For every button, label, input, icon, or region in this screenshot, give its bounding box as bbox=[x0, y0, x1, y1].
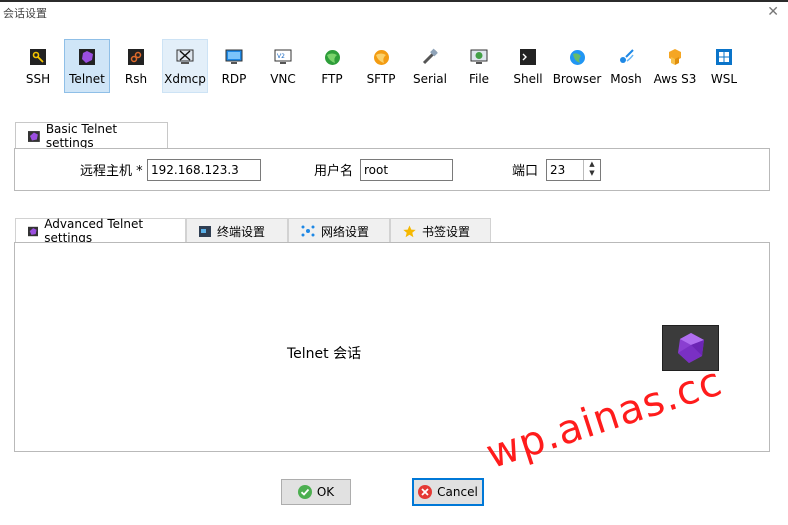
terminal-icon bbox=[199, 225, 211, 237]
toolbar-shell-label: Shell bbox=[513, 72, 543, 86]
toolbar-rdp-button[interactable]: RDP bbox=[211, 39, 257, 93]
check-icon bbox=[297, 485, 312, 499]
toolbar-rsh-label: Rsh bbox=[124, 72, 148, 86]
toolbar-ftp-label: FTP bbox=[321, 72, 343, 86]
toolbar-serial-button[interactable]: Serial bbox=[407, 39, 453, 93]
tab-label: 终端设置 bbox=[217, 224, 266, 239]
serial-icon bbox=[421, 48, 439, 66]
tab-network-settings[interactable]: 网络设置 bbox=[288, 218, 390, 243]
ok-button[interactable]: OK bbox=[281, 479, 351, 505]
host-label: 远程主机 * bbox=[80, 164, 143, 179]
basic-settings-panel: 远程主机 * 192.168.123.3 用户名 root 端口 23 ▲ ▼ bbox=[14, 148, 770, 191]
window-title: 会话设置 bbox=[3, 7, 47, 20]
file-icon bbox=[470, 48, 488, 66]
telnet-icon bbox=[78, 48, 96, 66]
username-input[interactable]: root bbox=[360, 159, 453, 181]
tab-basic-telnet-settings[interactable]: Basic Telnet settings bbox=[15, 122, 168, 150]
username-label: 用户名 bbox=[314, 164, 354, 179]
toolbar-file-label: File bbox=[468, 72, 490, 86]
vnc-icon: V2 bbox=[274, 48, 292, 66]
toolbar-mosh-label: Mosh bbox=[610, 72, 642, 86]
tab-advanced-telnet[interactable]: Advanced Telnet settings bbox=[15, 217, 186, 245]
toolbar-wsl-button[interactable]: WSL bbox=[701, 39, 747, 93]
session-type-toolbar: SSH Telnet Rsh Xdmcp RDP V2 VNC FTP SFTP Serial Fi… bbox=[15, 39, 750, 94]
advanced-tabs: Advanced Telnet settings 终端设置 网络设置 书签设置 bbox=[15, 217, 491, 245]
spin-down-icon[interactable]: ▼ bbox=[584, 169, 600, 178]
shell-icon bbox=[519, 48, 537, 66]
star-icon bbox=[403, 225, 416, 237]
toolbar-rsh-button[interactable]: Rsh bbox=[113, 39, 159, 93]
toolbar-telnet-label: Telnet bbox=[69, 72, 105, 86]
toolbar-xdmcp-label: Xdmcp bbox=[164, 72, 206, 86]
toolbar-rdp-label: RDP bbox=[221, 72, 247, 86]
ssh-icon bbox=[29, 48, 47, 66]
wsl-icon bbox=[715, 48, 733, 66]
cancel-button[interactable]: Cancel bbox=[412, 478, 484, 506]
tab-terminal-settings[interactable]: 终端设置 bbox=[186, 218, 288, 243]
toolbar-ssh-label: SSH bbox=[25, 72, 51, 86]
tab-label: 网络设置 bbox=[321, 224, 370, 239]
toolbar-telnet-button[interactable]: Telnet bbox=[64, 39, 110, 93]
toolbar-vnc-label: VNC bbox=[270, 72, 296, 86]
telnet-icon bbox=[28, 226, 39, 236]
toolbar-ssh-button[interactable]: SSH bbox=[15, 39, 61, 93]
sftp-icon bbox=[372, 48, 390, 66]
aws-s3-icon bbox=[666, 48, 684, 66]
mosh-icon bbox=[617, 48, 635, 66]
toolbar-xdmcp-button[interactable]: Xdmcp bbox=[162, 39, 208, 93]
tab-bookmark-settings[interactable]: 书签设置 bbox=[390, 218, 491, 243]
port-spin[interactable]: ▲ ▼ bbox=[583, 160, 600, 180]
toolbar-sftp-button[interactable]: SFTP bbox=[358, 39, 404, 93]
toolbar-ftp-button[interactable]: FTP bbox=[309, 39, 355, 93]
tab-label: Advanced Telnet settings bbox=[44, 217, 144, 245]
svg-text:V2: V2 bbox=[277, 53, 285, 60]
host-input[interactable]: 192.168.123.3 bbox=[147, 159, 261, 181]
toolbar-file-button[interactable]: File bbox=[456, 39, 502, 93]
toolbar-browser-label: Browser bbox=[552, 72, 602, 86]
spin-up-icon[interactable]: ▲ bbox=[584, 160, 600, 169]
ftp-icon bbox=[323, 48, 341, 66]
ok-label: OK bbox=[316, 485, 335, 499]
port-label: 端口 bbox=[512, 164, 539, 179]
session-type-text: Telnet 会话 bbox=[287, 346, 362, 362]
port-stepper[interactable]: 23 ▲ ▼ bbox=[546, 159, 601, 181]
toolbar-mosh-button[interactable]: Mosh bbox=[603, 39, 649, 93]
toolbar-sftp-label: SFTP bbox=[366, 72, 396, 86]
network-icon bbox=[301, 225, 315, 237]
rsh-icon bbox=[127, 48, 145, 66]
tab-basic-label: Basic Telnet settings bbox=[45, 122, 118, 150]
tab-label: 书签设置 bbox=[422, 224, 471, 239]
toolbar-wsl-label: WSL bbox=[710, 72, 738, 86]
port-value: 23 bbox=[550, 163, 566, 177]
telnet-icon bbox=[28, 130, 40, 142]
cancel-icon bbox=[418, 485, 433, 499]
toolbar-vnc-button[interactable]: V2 VNC bbox=[260, 39, 306, 93]
browser-icon bbox=[568, 48, 586, 66]
close-icon[interactable]: ✕ bbox=[767, 4, 779, 20]
xdmcp-icon bbox=[176, 48, 194, 66]
toolbar-awss3-label: Aws S3 bbox=[653, 72, 697, 86]
cancel-label: Cancel bbox=[437, 485, 478, 499]
window-top-border bbox=[0, 0, 788, 2]
toolbar-awss3-button[interactable]: Aws S3 bbox=[652, 39, 698, 93]
toolbar-serial-label: Serial bbox=[413, 72, 447, 86]
rdp-icon bbox=[225, 48, 243, 66]
toolbar-browser-button[interactable]: Browser bbox=[552, 39, 602, 93]
toolbar-shell-button[interactable]: Shell bbox=[505, 39, 551, 93]
